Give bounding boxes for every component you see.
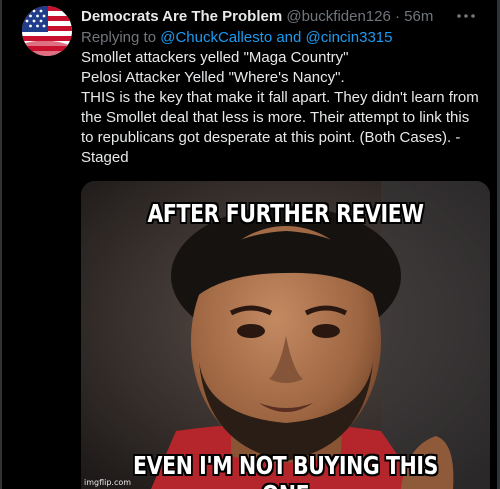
tweet-media-image[interactable]: AFTER FURTHER REVIEW EVEN I'M NOT BUYING… <box>81 181 490 489</box>
tweet-text-line: Smollet attackers yelled "Maga Country" <box>81 49 349 66</box>
reply-user-link-2[interactable]: @cincin3315 <box>306 29 393 46</box>
author-handle[interactable]: @buckfiden126 <box>286 8 390 25</box>
more-options-icon[interactable] <box>454 4 478 28</box>
meme-top-caption: AFTER FURTHER REVIEW <box>147 199 424 228</box>
tweet-text-line: Pelosi Attacker Yelled "Where's Nancy". <box>81 69 345 86</box>
tweet-text-line: to republicans got desperate at this poi… <box>81 129 461 146</box>
replying-to: Replying to @ChuckCallesto and @cincin33… <box>81 29 392 47</box>
american-flag-icon <box>22 6 72 56</box>
separator: · <box>395 8 400 25</box>
reply-user-link-1[interactable]: @ChuckCallesto <box>160 29 272 46</box>
replying-prefix: Replying to <box>81 29 157 46</box>
tweet-text-line: Staged <box>81 149 129 166</box>
author-name[interactable]: Democrats Are The Problem <box>81 8 282 25</box>
reply-and-link[interactable]: and <box>276 29 301 46</box>
tweet-text: Smollet attackers yelled "Maga Country" … <box>81 48 486 168</box>
avatar[interactable] <box>22 6 72 56</box>
tweet-text-line: the Smollet deal that less is more. Thei… <box>81 109 470 126</box>
left-border <box>0 0 2 489</box>
tweet-text-line: THIS is the key that make it fall apart.… <box>81 89 479 106</box>
meme-bottom-caption: EVEN I'M NOT BUYING THIS ONE <box>133 451 438 489</box>
timestamp[interactable]: 56m <box>404 8 433 25</box>
imgflip-watermark: imgflip.com <box>84 478 132 487</box>
tweet-header: Democrats Are The Problem @buckfiden126 … <box>81 8 460 26</box>
